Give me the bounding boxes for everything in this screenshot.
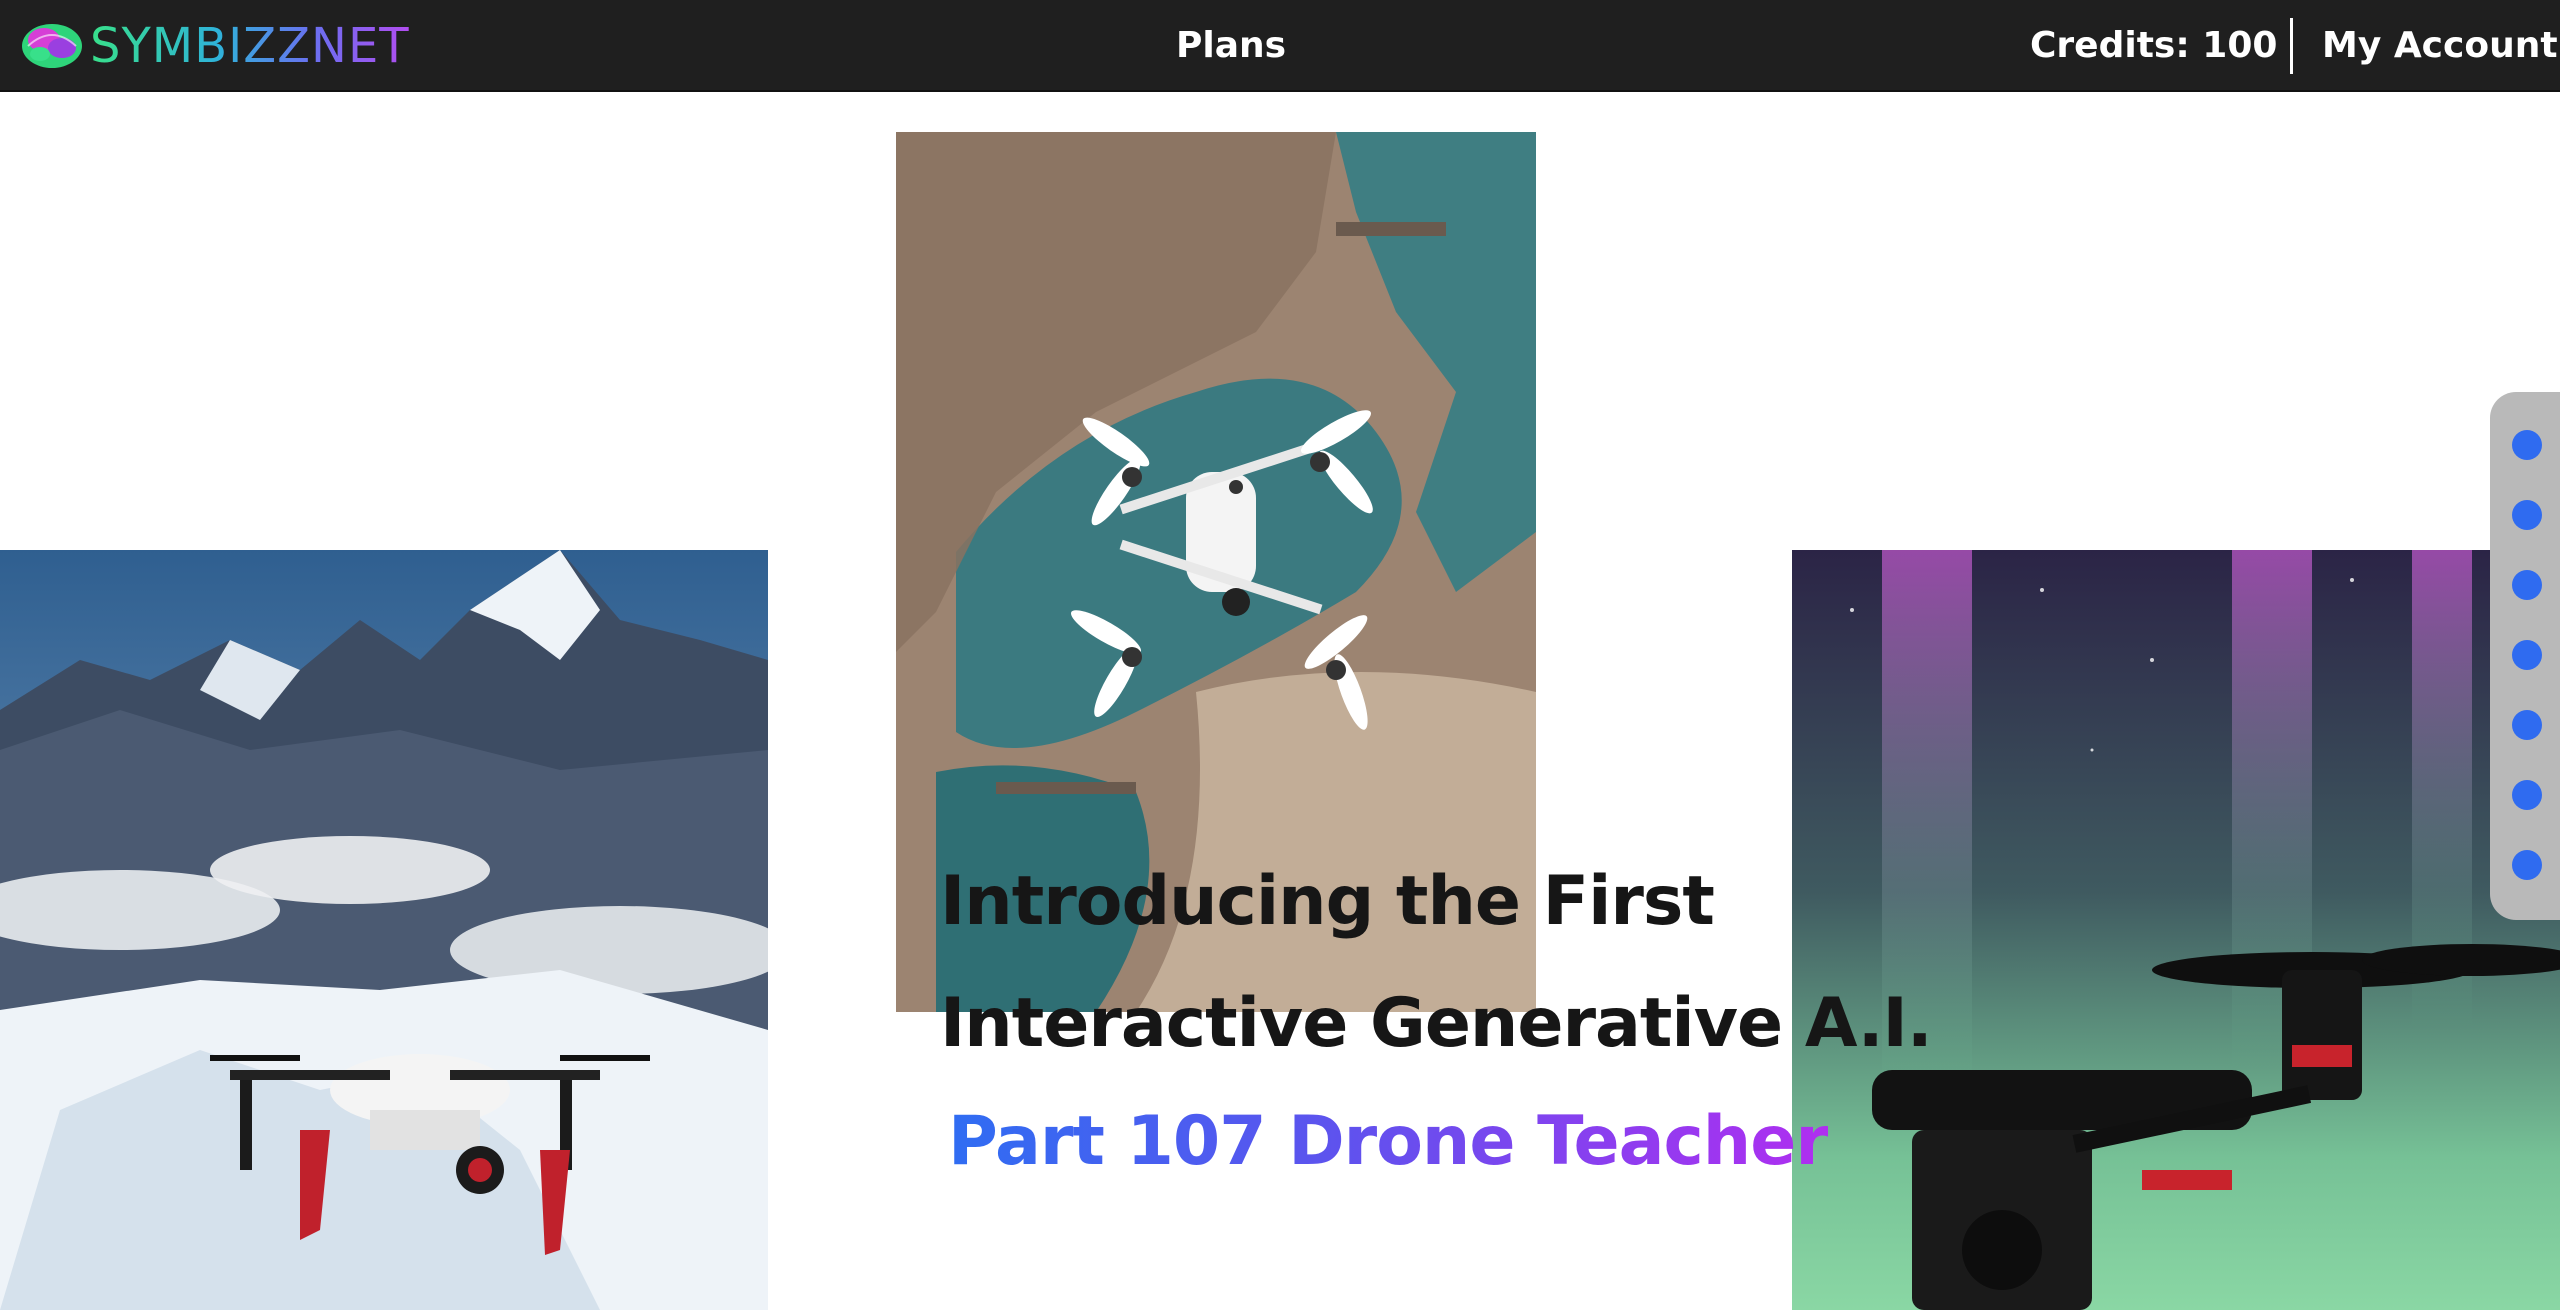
top-navigation-bar: SYMBIZZNET Plans Credits: 100 My Account [0,0,2560,92]
logo-text: SYMBIZZNET [90,18,410,74]
hero-title-line-2: Interactive Generative A.I. [940,984,1933,1063]
section-dot-5[interactable] [2512,710,2542,740]
section-dot-1[interactable] [2512,430,2542,460]
hero-title-line-1: Introducing the First [940,862,1715,941]
section-dot-navigation [2490,392,2560,920]
section-dot-4[interactable] [2512,640,2542,670]
section-dot-3[interactable] [2512,570,2542,600]
credits-value: 100 [2202,25,2278,66]
mountain-drone-image [0,550,768,1310]
credits-label: Credits: [2030,25,2190,66]
section-dot-6[interactable] [2512,780,2542,810]
nav-divider [2290,18,2293,74]
brand-logo[interactable]: SYMBIZZNET [18,18,410,74]
credits-display: Credits: 100 [2030,22,2277,70]
nav-plans-link[interactable]: Plans [1176,22,1286,70]
section-dot-2[interactable] [2512,500,2542,530]
hero-subtitle: Part 107 Drone Teacher [948,1100,1829,1184]
section-dot-7[interactable] [2512,850,2542,880]
brain-logo-icon [22,24,82,68]
my-account-link[interactable]: My Account [2322,22,2558,70]
